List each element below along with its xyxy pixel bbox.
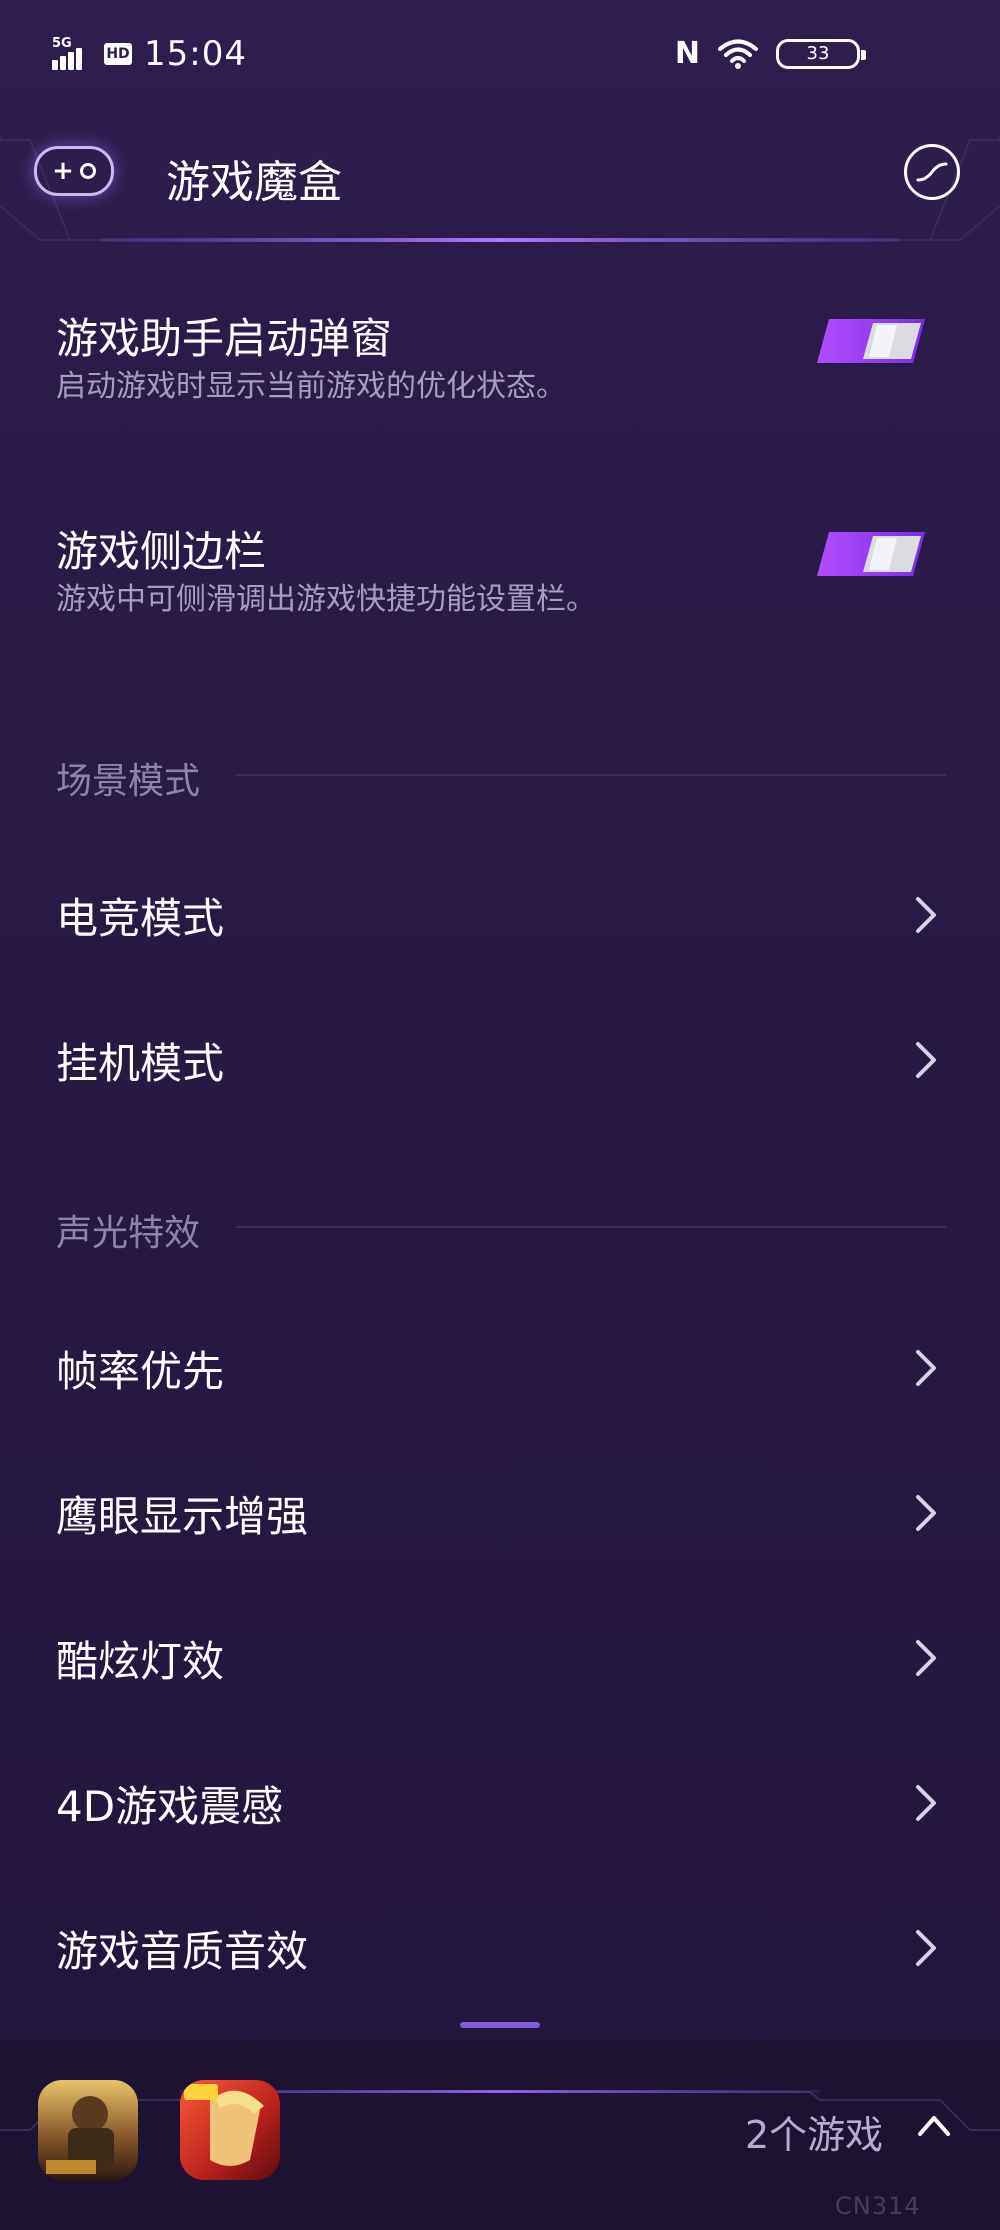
section-header-av-effects: 声光特效 [56,1204,946,1254]
section-label: 声光特效 [56,1213,201,1254]
row-label: 酷炫灯效 [56,1637,225,1686]
section-divider [236,1226,946,1228]
list-item-game-audio[interactable]: 游戏音质音效 [0,1898,1000,1998]
setting-description: 游戏中可侧滑调出游戏快捷功能设置栏。 [56,582,596,617]
performance-curve-icon [916,162,948,182]
game-count-label[interactable]: 2个游戏 [745,2104,883,2159]
section-label: 场景模式 [56,761,201,802]
performance-curve-button[interactable] [904,144,960,200]
chevron-right-icon [916,1495,936,1531]
list-item-cool-lighting[interactable]: 酷炫灯效 [0,1608,1000,1708]
row-label: 帧率优先 [56,1347,225,1396]
chevron-right-icon [916,1785,936,1821]
nfc-icon: N [674,36,700,71]
chevron-up-icon[interactable] [916,2110,952,2140]
row-label: 挂机模式 [56,1039,225,1088]
status-time: 15:04 [144,34,247,74]
chevron-right-icon [916,1042,936,1078]
launch-popup-toggle[interactable] [815,317,927,365]
hd-voice-icon: HD [104,43,132,65]
list-item-esports-mode[interactable]: 电竞模式 [0,865,1000,965]
plus-icon: + [52,156,74,186]
cellular-signal-icon: 5G [52,36,92,72]
dock-drag-handle[interactable] [460,2022,540,2028]
status-bar: 5G HD 15:04 N 33 [0,0,1000,110]
row-label: 游戏音质音效 [56,1927,309,1976]
list-item-idle-mode[interactable]: 挂机模式 [0,1010,1000,1110]
setting-title: 游戏侧边栏 [56,527,267,576]
setting-title: 游戏助手启动弹窗 [56,314,393,363]
circle-icon [79,163,96,179]
row-label: 4D游戏震感 [56,1782,284,1831]
battery-level: 33 [806,43,830,64]
network-type-label: 5G [52,36,72,51]
page-title: 游戏魔盒 [166,157,342,208]
list-item-frame-rate-priority[interactable]: 帧率优先 [0,1318,1000,1418]
list-item-eagle-eye-display[interactable]: 鹰眼显示增强 [0,1463,1000,1563]
section-header-scene-modes: 场景模式 [56,752,946,802]
app-header: + 游戏魔盒 [0,110,1000,250]
row-label: 鹰眼显示增强 [56,1492,309,1541]
game-pubg-icon[interactable] [38,2080,138,2180]
chevron-right-icon [916,1640,936,1676]
chevron-right-icon [916,897,936,933]
chevron-right-icon [916,1350,936,1386]
row-label: 电竞模式 [56,894,225,943]
game-add-button[interactable]: + [34,146,114,196]
section-divider [236,774,946,776]
chevron-right-icon [916,1930,936,1966]
game-honor-of-kings-icon[interactable] [180,2080,280,2180]
setting-description: 启动游戏时显示当前游戏的优化状态。 [56,369,566,404]
list-item-4d-vibration[interactable]: 4D游戏震感 [0,1753,1000,1853]
battery-icon: 33 [776,38,866,69]
watermark: CN314 [835,2192,921,2220]
header-frame-decoration [0,136,1000,242]
game-sidebar-toggle[interactable] [815,530,927,578]
game-box-settings-page: 5G HD 15:04 N 33 + 游戏魔盒 游戏助手启动弹窗 启动游戏时显示… [0,0,1000,2230]
wifi-icon [718,39,758,69]
